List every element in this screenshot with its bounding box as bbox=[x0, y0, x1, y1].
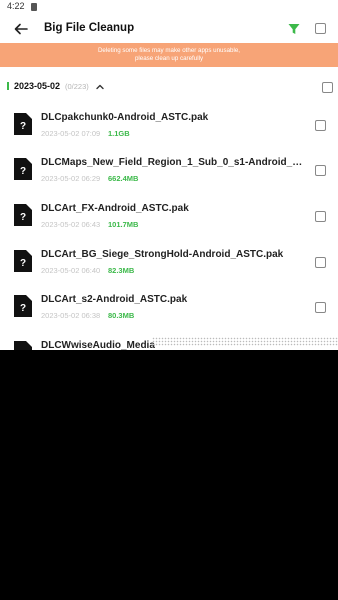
date-group-header[interactable]: 2023-05-02 (0/223) bbox=[0, 78, 338, 96]
file-name: DLCpakchunk0-Android_ASTC.pak bbox=[41, 112, 209, 123]
warning-line-1: Deleting some files may make other apps … bbox=[97, 47, 241, 54]
file-date: 2023-05-02 06:43 bbox=[41, 220, 101, 229]
file-row[interactable]: ? DLCMaps_New_Field_Region_1_Sub_0_s1-An… bbox=[0, 154, 338, 200]
svg-text:?: ? bbox=[20, 166, 26, 177]
file-size: 82.3MB bbox=[108, 266, 135, 275]
file-size: 101.7MB bbox=[108, 220, 139, 229]
status-time: 4:22 bbox=[7, 1, 25, 11]
file-size: 1.1GB bbox=[108, 129, 130, 138]
file-row[interactable]: ? DLCpakchunk0-Android_ASTC.pak 2023-05-… bbox=[0, 109, 338, 155]
file-checkbox[interactable] bbox=[315, 211, 326, 222]
file-date: 2023-05-02 07:09 bbox=[41, 129, 101, 138]
arrow-left-icon[interactable] bbox=[12, 20, 30, 38]
unknown-file-icon: ? bbox=[14, 158, 32, 180]
file-row[interactable]: ? DLCArt_BG_Siege_StrongHold-Android_AST… bbox=[0, 246, 338, 292]
group-date: 2023-05-02 bbox=[14, 81, 61, 91]
group-count: (0/223) bbox=[65, 82, 89, 91]
page-title: Big File Cleanup bbox=[44, 22, 135, 34]
file-checkbox[interactable] bbox=[315, 120, 326, 131]
app-screen: 4:22 Big File Cleanup Deleting some file… bbox=[0, 0, 338, 350]
unknown-file-icon: ? bbox=[14, 113, 32, 135]
file-name: DLCArt_FX-Android_ASTC.pak bbox=[41, 203, 189, 214]
file-checkbox[interactable] bbox=[315, 165, 326, 176]
loading-overlay bbox=[152, 337, 338, 346]
warning-line-2: please clean up carefully bbox=[134, 55, 204, 62]
unknown-file-icon: ? bbox=[14, 204, 32, 226]
file-date: 2023-05-02 06:29 bbox=[41, 174, 101, 183]
file-size: 80.3MB bbox=[108, 311, 135, 320]
file-date: 2023-05-02 06:38 bbox=[41, 311, 101, 320]
file-name: DLCArt_s2-Android_ASTC.pak bbox=[41, 294, 188, 305]
group-indicator bbox=[7, 82, 9, 90]
file-row[interactable]: ? DLCArt_s2-Android_ASTC.pak 2023-05-02 … bbox=[0, 291, 338, 337]
unknown-file-icon: ? bbox=[14, 341, 32, 350]
select-all-checkbox[interactable] bbox=[315, 23, 326, 34]
group-checkbox[interactable] bbox=[322, 82, 333, 93]
notification-icon bbox=[31, 3, 37, 11]
file-checkbox[interactable] bbox=[315, 257, 326, 268]
filter-icon[interactable] bbox=[286, 21, 302, 37]
warning-banner: Deleting some files may make other apps … bbox=[0, 43, 338, 67]
svg-text:?: ? bbox=[20, 258, 26, 269]
svg-text:?: ? bbox=[20, 349, 26, 350]
chevron-up-icon[interactable] bbox=[95, 82, 105, 92]
app-bar: Big File Cleanup bbox=[0, 14, 338, 44]
svg-text:?: ? bbox=[20, 121, 26, 132]
status-bar: 4:22 bbox=[0, 0, 338, 14]
unknown-file-icon: ? bbox=[14, 295, 32, 317]
file-name: DLCArt_BG_Siege_StrongHold-Android_ASTC.… bbox=[41, 249, 284, 260]
unknown-file-icon: ? bbox=[14, 250, 32, 272]
file-name: DLCMaps_New_Field_Region_1_Sub_0_s1-Andr… bbox=[41, 157, 307, 168]
file-checkbox[interactable] bbox=[315, 302, 326, 313]
file-date: 2023-05-02 06:40 bbox=[41, 266, 101, 275]
svg-text:?: ? bbox=[20, 303, 26, 314]
svg-text:?: ? bbox=[20, 212, 26, 223]
file-row[interactable]: ? DLCArt_FX-Android_ASTC.pak 2023-05-02 … bbox=[0, 200, 338, 246]
file-size: 662.4MB bbox=[108, 174, 139, 183]
